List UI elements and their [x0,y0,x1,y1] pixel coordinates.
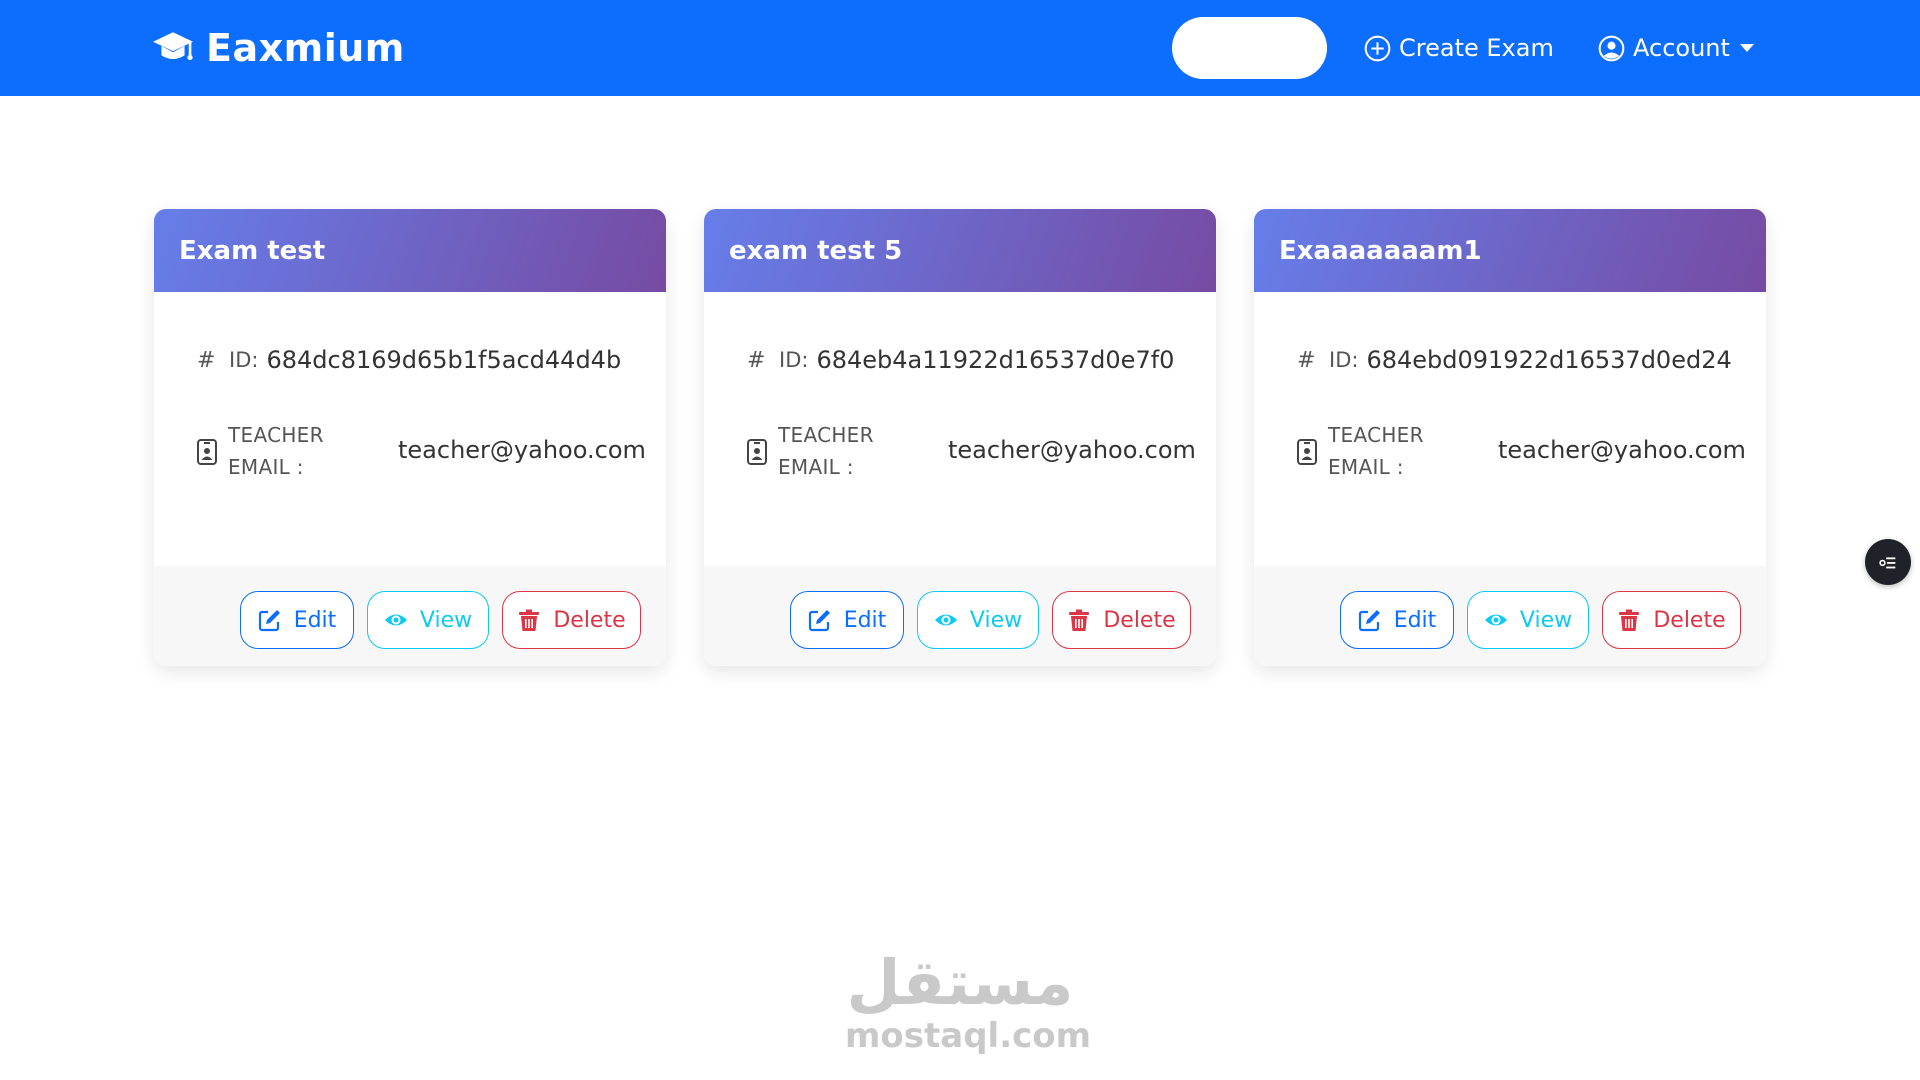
teacher-email-value: teacher@yahoo.com [1498,436,1746,464]
view-label: View [1519,607,1573,633]
user-circle-icon [1598,35,1625,61]
edit-button[interactable]: Edit [1340,591,1454,649]
create-exam-label: Create Exam [1399,34,1554,62]
brand-name: Eaxmium [206,26,405,70]
exam-card-header: Exam test [154,209,666,292]
brand[interactable]: Eaxmium [152,26,405,70]
exam-id-row: # ID: 684ebd091922d16537d0ed24 [1297,346,1732,374]
delete-label: Delete [1103,607,1176,633]
exam-title: Exam test [179,235,326,266]
delete-button[interactable]: Delete [502,591,641,649]
nav-search-pill[interactable] [1172,17,1327,79]
delete-button[interactable]: Delete [1052,591,1191,649]
delete-button[interactable]: Delete [1602,591,1741,649]
view-button[interactable]: View [1467,591,1589,649]
edit-label: Edit [843,607,887,633]
plus-circle-icon [1364,35,1391,61]
edit-label: Edit [293,607,337,633]
exam-id-value: 684ebd091922d16537d0ed24 [1366,346,1732,374]
eye-icon [1484,614,1507,626]
teacher-email-label: TEACHER EMAIL : [1328,423,1424,479]
hash-icon: # [197,347,216,373]
view-label: View [969,607,1023,633]
edit-label: Edit [1393,607,1437,633]
account-label: Account [1633,34,1730,62]
exam-id-row: # ID: 684eb4a11922d16537d0e7f0 [747,346,1174,374]
trash-icon [1619,609,1640,631]
exam-card-footer: Edit View Delete [704,566,1216,666]
exam-card-body: # ID: 684dc8169d65b1f5acd44d4b TEACHER E… [154,292,666,566]
watermark-latin: mostaql.com [845,1016,1092,1056]
exam-card-footer: Edit View Delete [154,566,666,666]
exam-card-header: Exaaaaaaam1 [1254,209,1766,292]
teacher-email-label: TEACHER EMAIL : [778,423,874,479]
delete-label: Delete [553,607,626,633]
eye-icon [384,614,407,626]
account-dropdown[interactable]: Account [1598,30,1754,66]
exam-card: exam test 5 # ID: 684eb4a11922d16537d0e7… [704,209,1216,666]
view-button[interactable]: View [917,591,1039,649]
edit-icon [1358,610,1380,632]
edit-button[interactable]: Edit [240,591,354,649]
trash-icon [1069,609,1090,631]
edit-button[interactable]: Edit [790,591,904,649]
teacher-email-row: TEACHER EMAIL : teacher@yahoo.com [197,419,646,489]
exam-card: Exam test # ID: 684dc8169d65b1f5acd44d4b… [154,209,666,666]
hash-icon: # [1297,347,1316,373]
view-button[interactable]: View [367,591,489,649]
exam-id-value: 684dc8169d65b1f5acd44d4b [266,346,622,374]
exam-id-label: ID: [229,348,259,372]
exam-title: exam test 5 [729,235,903,266]
id-badge-icon [747,439,767,465]
navbar: Eaxmium Create Exam Account [0,0,1920,96]
exam-card-footer: Edit View Delete [1254,566,1766,666]
graduation-cap-icon [153,32,193,61]
exam-card-body: # ID: 684eb4a11922d16537d0e7f0 TEACHER E… [704,292,1216,566]
teacher-email-label: TEACHER EMAIL : [228,423,324,479]
teacher-email-row: TEACHER EMAIL : teacher@yahoo.com [747,419,1196,489]
exam-title: Exaaaaaaam1 [1279,235,1482,266]
create-exam-link[interactable]: Create Exam [1364,30,1554,66]
trash-icon [519,609,540,631]
watermark-arabic: مستقل [846,946,1074,1019]
floating-menu-button[interactable] [1865,539,1911,585]
delete-label: Delete [1653,607,1726,633]
edit-icon [808,610,830,632]
id-badge-icon [1297,439,1317,465]
exam-card-body: # ID: 684ebd091922d16537d0ed24 TEACHER E… [1254,292,1766,566]
teacher-email-value: teacher@yahoo.com [398,436,646,464]
exam-card-header: exam test 5 [704,209,1216,292]
hash-icon: # [747,347,766,373]
id-badge-icon [197,439,217,465]
exam-id-label: ID: [779,348,809,372]
teacher-email-value: teacher@yahoo.com [948,436,1196,464]
eye-icon [934,614,957,626]
exam-id-label: ID: [1329,348,1359,372]
exam-id-row: # ID: 684dc8169d65b1f5acd44d4b [197,346,621,374]
exam-card: Exaaaaaaam1 # ID: 684ebd091922d16537d0ed… [1254,209,1766,666]
edit-icon [258,610,280,632]
exam-id-value: 684eb4a11922d16537d0e7f0 [816,346,1175,374]
view-label: View [419,607,473,633]
list-icon [1879,557,1896,569]
teacher-email-row: TEACHER EMAIL : teacher@yahoo.com [1297,419,1746,489]
chevron-down-icon [1739,44,1754,52]
watermark-logo: مستقل mostaql.com [845,946,1092,1058]
